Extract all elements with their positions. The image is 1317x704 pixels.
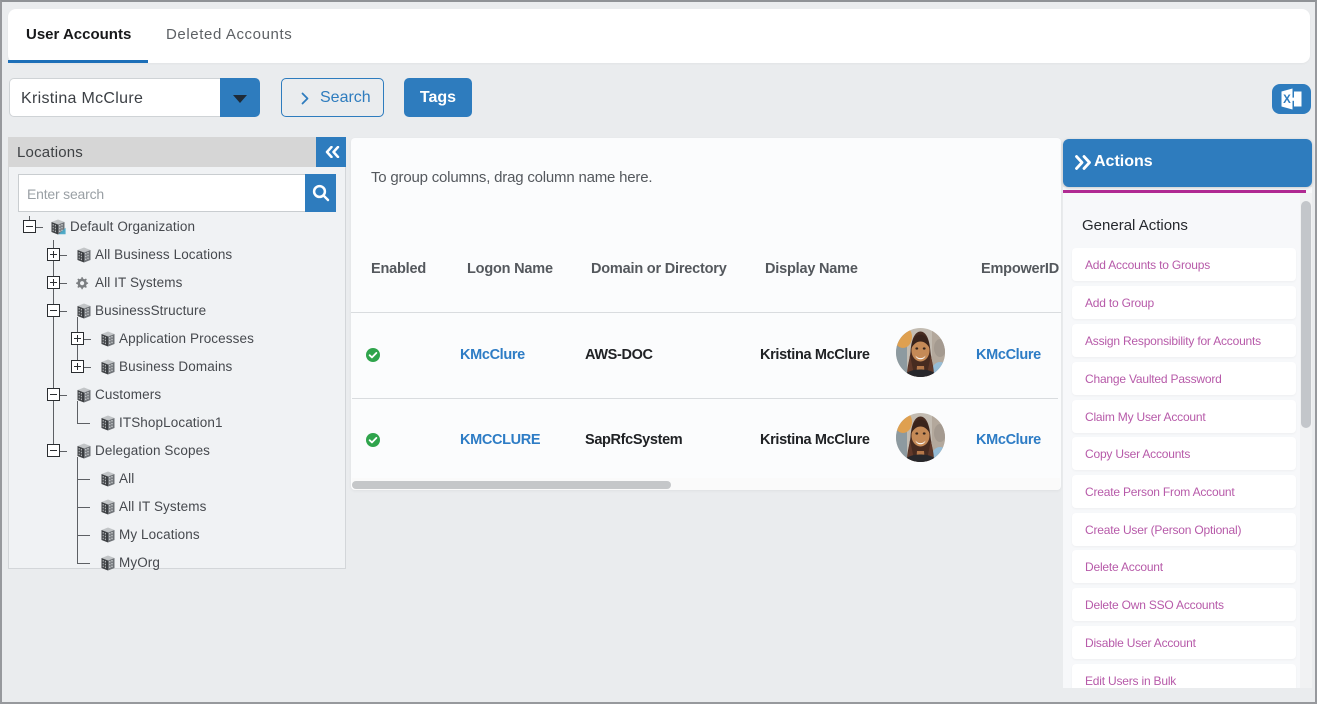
svg-text:X: X bbox=[1283, 94, 1291, 106]
